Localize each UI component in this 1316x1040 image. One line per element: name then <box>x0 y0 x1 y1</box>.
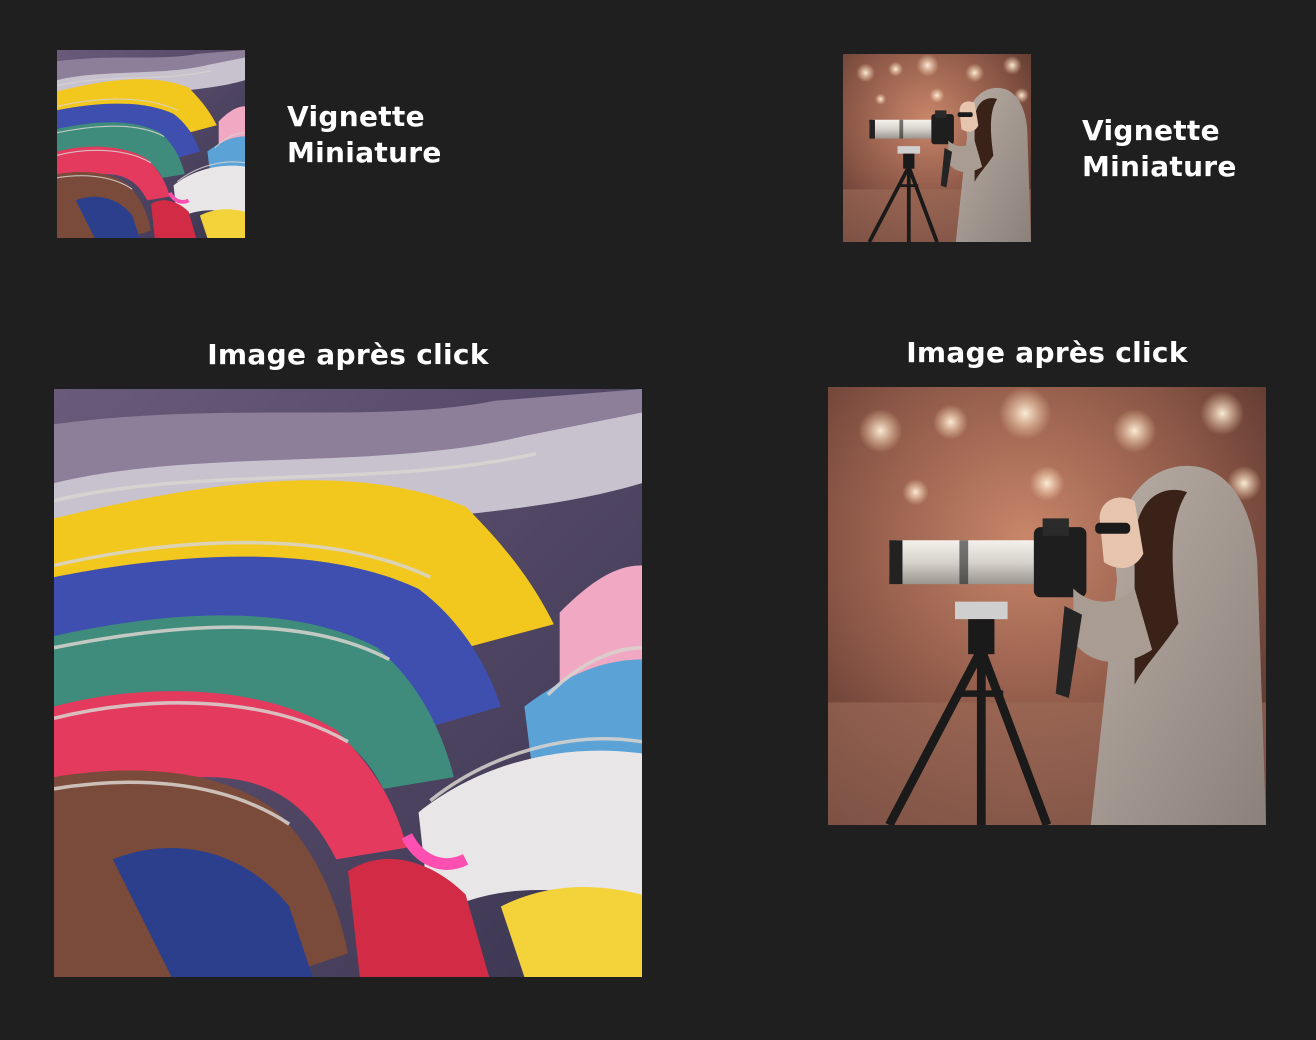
caption-line-1: Vignette <box>1082 114 1220 147</box>
thumbnail-magazines[interactable] <box>57 50 245 238</box>
thumbnail-caption: Vignette Miniature <box>287 99 442 171</box>
enlarged-image-heading: Image après click <box>207 338 489 371</box>
magazines-image <box>57 50 245 238</box>
caption-line-1: Vignette <box>287 100 425 133</box>
photographer-image <box>843 54 1031 242</box>
caption-line-2: Miniature <box>1082 150 1237 183</box>
thumbnail-photographer[interactable] <box>843 54 1031 242</box>
enlarged-magazines[interactable] <box>54 389 642 977</box>
thumbnail-caption: Vignette Miniature <box>1082 113 1237 185</box>
magazines-image <box>54 389 642 977</box>
enlarged-photographer[interactable] <box>828 387 1266 825</box>
photographer-image <box>828 387 1266 825</box>
enlarged-image-heading: Image après click <box>906 336 1188 369</box>
caption-line-2: Miniature <box>287 136 442 169</box>
